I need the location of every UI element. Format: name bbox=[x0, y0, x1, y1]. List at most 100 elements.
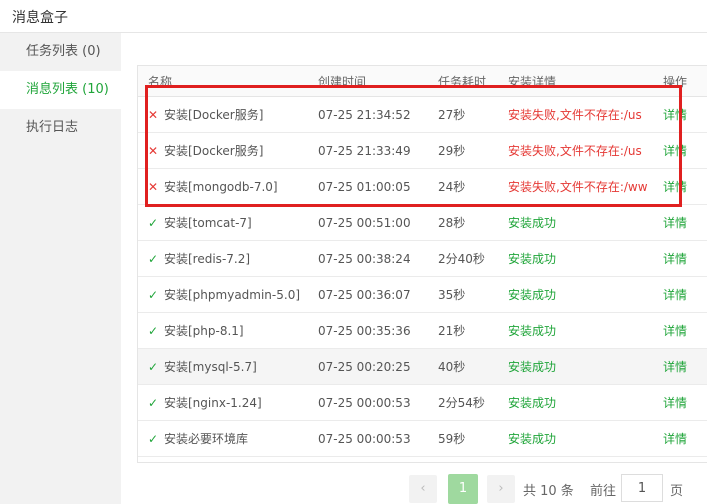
table-row: ✓ 安装[phpmyadmin-5.0] 07-25 00:36:07 35秒 安装成功… bbox=[138, 276, 707, 313]
cell-install-detail: 安装成功 bbox=[508, 204, 663, 241]
table-row: ✕ 安装[Docker服务] 07-25 21:34:52 27秒 安装失败,文件不存在… bbox=[138, 96, 707, 133]
detail-link[interactable]: 详情 bbox=[663, 144, 687, 158]
cell-name: ✓ 安装[redis-7.2] bbox=[138, 240, 318, 277]
detail-link[interactable]: 详情 bbox=[663, 324, 687, 338]
column-header-duration: 任务耗时 bbox=[438, 66, 508, 97]
sidebar-item-label: 消息列表 (10) bbox=[26, 82, 109, 97]
close-icon: ✕ bbox=[148, 108, 159, 122]
cell-action: 详情 bbox=[663, 168, 707, 205]
cell-install-detail: 安装成功 bbox=[508, 420, 663, 457]
cell-action: 详情 bbox=[663, 312, 707, 349]
cell-name: ✓ 安装[mysql-5.7] bbox=[138, 348, 318, 385]
column-header-action: 操作 bbox=[663, 66, 707, 97]
goto-page-input[interactable] bbox=[621, 474, 663, 502]
cell-duration: 59秒 bbox=[438, 420, 508, 457]
task-name: 安装[php-8.1] bbox=[164, 324, 244, 338]
sidebar-item-task-list[interactable]: 任务列表 (0) bbox=[0, 33, 121, 71]
task-name: 安装[mongodb-7.0] bbox=[164, 180, 278, 194]
check-icon: ✓ bbox=[148, 216, 159, 230]
sidebar-item-label: 任务列表 (0) bbox=[26, 44, 101, 59]
cell-install-detail: 安装失败,文件不存在:/us bbox=[508, 132, 663, 169]
cell-action: 详情 bbox=[663, 204, 707, 241]
detail-link[interactable]: 详情 bbox=[663, 180, 687, 194]
close-icon: ✕ bbox=[148, 180, 159, 194]
task-name: 安装[phpmyadmin-5.0] bbox=[164, 288, 301, 302]
cell-created-time: 07-25 00:20:25 bbox=[318, 348, 438, 385]
message-table: 名称 创建时间 任务耗时 安装详情 操作 ✕ 安装[Docker服务] 07-25 … bbox=[138, 66, 707, 457]
page-suffix: 页 bbox=[670, 484, 684, 499]
cell-duration: 21秒 bbox=[438, 312, 508, 349]
check-icon: ✓ bbox=[148, 252, 159, 266]
cell-install-detail: 安装成功 bbox=[508, 240, 663, 277]
table-row: ✓ 安装[nginx-1.24] 07-25 00:00:53 2分54秒 安装成功 详情 bbox=[138, 384, 707, 421]
cell-action: 详情 bbox=[663, 420, 707, 457]
title-bar: 消息盒子 bbox=[0, 0, 707, 33]
detail-link[interactable]: 详情 bbox=[663, 396, 687, 410]
cell-action: 详情 bbox=[663, 348, 707, 385]
cell-created-time: 07-25 00:51:00 bbox=[318, 204, 438, 241]
task-name: 安装[redis-7.2] bbox=[164, 252, 251, 266]
cell-action: 详情 bbox=[663, 276, 707, 313]
detail-link[interactable]: 详情 bbox=[663, 432, 687, 446]
task-name: 安装[nginx-1.24] bbox=[164, 396, 262, 410]
cell-name: ✓ 安装[php-8.1] bbox=[138, 312, 318, 349]
cell-action: 详情 bbox=[663, 132, 707, 169]
total-count: 共 10 条 bbox=[523, 484, 574, 499]
cell-name: ✓ 安装[nginx-1.24] bbox=[138, 384, 318, 421]
next-page-button[interactable]: › bbox=[487, 475, 515, 503]
cell-created-time: 07-25 00:38:24 bbox=[318, 240, 438, 277]
check-icon: ✓ bbox=[148, 396, 159, 410]
cell-created-time: 07-25 01:00:05 bbox=[318, 168, 438, 205]
cell-name: ✕ 安装[mongodb-7.0] bbox=[138, 168, 318, 205]
table-row: ✓ 安装[php-8.1] 07-25 00:35:36 21秒 安装成功 详情 bbox=[138, 312, 707, 349]
cell-duration: 28秒 bbox=[438, 204, 508, 241]
column-header-install-detail: 安装详情 bbox=[508, 66, 663, 97]
cell-duration: 24秒 bbox=[438, 168, 508, 205]
table-row: ✕ 安装[Docker服务] 07-25 21:33:49 29秒 安装失败,文件不存在… bbox=[138, 132, 707, 169]
pagination: ‹ 1 › 共 10 条 前往 页 bbox=[121, 474, 707, 504]
column-header-created-time: 创建时间 bbox=[318, 66, 438, 97]
task-name: 安装[mysql-5.7] bbox=[164, 360, 257, 374]
cell-created-time: 07-25 00:35:36 bbox=[318, 312, 438, 349]
cell-duration: 29秒 bbox=[438, 132, 508, 169]
cell-install-detail: 安装成功 bbox=[508, 348, 663, 385]
page-number-current[interactable]: 1 bbox=[448, 474, 478, 504]
table-row: ✓ 安装[mysql-5.7] 07-25 00:20:25 40秒 安装成功 详情 bbox=[138, 348, 707, 385]
cell-action: 详情 bbox=[663, 96, 707, 133]
task-name: 安装[tomcat-7] bbox=[164, 216, 252, 230]
table-row: ✓ 安装必要环境库 07-25 00:00:53 59秒 安装成功 详情 bbox=[138, 420, 707, 457]
detail-link[interactable]: 详情 bbox=[663, 360, 687, 374]
cell-install-detail: 安装失败,文件不存在:/us bbox=[508, 96, 663, 133]
check-icon: ✓ bbox=[148, 324, 159, 338]
check-icon: ✓ bbox=[148, 288, 159, 302]
cell-duration: 2分40秒 bbox=[438, 240, 508, 277]
sidebar: 任务列表 (0) 消息列表 (10) 执行日志 bbox=[0, 33, 121, 504]
table-row: ✕ 安装[mongodb-7.0] 07-25 01:00:05 24秒 安装失败,文件… bbox=[138, 168, 707, 205]
table-row: ✓ 安装[redis-7.2] 07-25 00:38:24 2分40秒 安装成功 详情 bbox=[138, 240, 707, 277]
task-name: 安装必要环境库 bbox=[164, 432, 249, 446]
sidebar-item-message-list[interactable]: 消息列表 (10) bbox=[0, 71, 121, 109]
sidebar-item-execution-log[interactable]: 执行日志 bbox=[0, 109, 121, 147]
cell-duration: 35秒 bbox=[438, 276, 508, 313]
check-icon: ✓ bbox=[148, 360, 159, 374]
detail-link[interactable]: 详情 bbox=[663, 108, 687, 122]
column-header-name: 名称 bbox=[138, 66, 318, 97]
cell-action: 详情 bbox=[663, 240, 707, 277]
cell-install-detail: 安装成功 bbox=[508, 384, 663, 421]
cell-name: ✕ 安装[Docker服务] bbox=[138, 132, 318, 169]
cell-duration: 27秒 bbox=[438, 96, 508, 133]
message-table-container: 名称 创建时间 任务耗时 安装详情 操作 ✕ 安装[Docker服务] 07-25 … bbox=[137, 65, 707, 463]
cell-created-time: 07-25 00:00:53 bbox=[318, 420, 438, 457]
detail-link[interactable]: 详情 bbox=[663, 252, 687, 266]
goto-label: 前往 bbox=[590, 484, 617, 499]
table-header-row: 名称 创建时间 任务耗时 安装详情 操作 bbox=[138, 66, 707, 97]
prev-page-button[interactable]: ‹ bbox=[409, 475, 437, 503]
detail-link[interactable]: 详情 bbox=[663, 288, 687, 302]
sidebar-item-label: 执行日志 bbox=[26, 120, 79, 135]
check-icon: ✓ bbox=[148, 432, 159, 446]
cell-action: 详情 bbox=[663, 384, 707, 421]
cell-created-time: 07-25 00:36:07 bbox=[318, 276, 438, 313]
message-box-window: 消息盒子 任务列表 (0) 消息列表 (10) 执行日志 名称 创建时间 任务耗… bbox=[0, 0, 707, 504]
detail-link[interactable]: 详情 bbox=[663, 216, 687, 230]
window-title: 消息盒子 bbox=[12, 10, 68, 26]
